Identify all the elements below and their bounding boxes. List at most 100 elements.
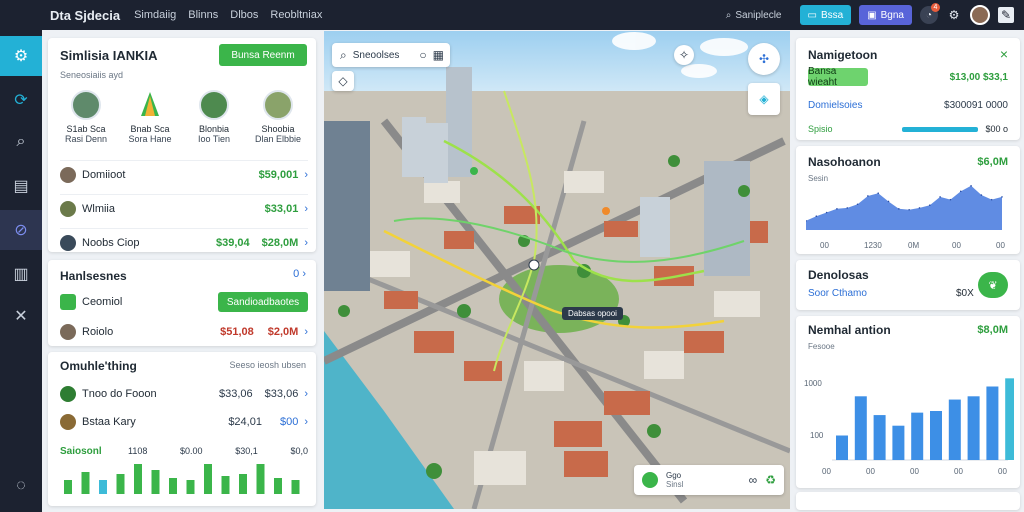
fullscreen-icon[interactable]: ✣ (748, 43, 780, 75)
nav-item-reports[interactable]: Reobltniax (270, 9, 322, 21)
row-value: $24,01 (228, 416, 262, 428)
document-icon: ▤ (13, 178, 29, 195)
avatar (135, 90, 165, 120)
navigation-row-label: Spisio (808, 124, 833, 134)
edit-icon[interactable]: ✎ (998, 7, 1014, 23)
map-search-toolbar[interactable]: ⌕ Sneoolses ○ ▦ (332, 43, 450, 67)
mini-chart-label: Saiosonl (60, 446, 102, 457)
hanks-nav[interactable]: 0 › (293, 268, 306, 280)
hanks-title: Hanlsesnes (60, 269, 127, 283)
map-style-icon[interactable]: ◈ (748, 83, 780, 115)
list-item[interactable]: Ceomiol Sandioadbaotes (60, 292, 308, 312)
top-search[interactable]: ⌕ Saniplecle (726, 10, 782, 21)
top-violet-button[interactable]: ▣ Bgna (859, 5, 912, 25)
mini-stat: $0,0 (290, 446, 308, 456)
list-item[interactable]: Wlmiia $33,01 › (60, 194, 308, 217)
area-point (970, 185, 972, 187)
map-popup[interactable]: Dabsas opooi (562, 307, 623, 320)
bar (986, 386, 999, 460)
bar-chart-card: Nemhal antion $8,0M Fesooe 1000 100 00 00 00… (796, 316, 1020, 488)
top-teal-button[interactable]: ▭ Bssa (799, 5, 852, 25)
city-map-render (324, 31, 790, 509)
avatar (199, 90, 229, 120)
bar (892, 425, 905, 460)
navigation-button[interactable]: Bansa wieaht (808, 66, 868, 88)
refresh-icon: ⟳ (14, 92, 28, 109)
rail-item-tools[interactable]: ✕ (0, 296, 42, 336)
row-label: Roiolo (82, 326, 114, 338)
person-name: Bnab Sca (130, 124, 170, 134)
person-role: Ioo Tien (197, 134, 231, 144)
bar (967, 396, 980, 460)
mini-bar (134, 464, 142, 494)
rail-item-refresh[interactable]: ⟳ (0, 80, 42, 120)
app-title: Dta Sjdecia (50, 7, 121, 23)
mini-stat: $0.00 (180, 446, 203, 456)
search-icon: ⌕ (340, 47, 347, 62)
rail-item-links[interactable]: ⊘ (0, 210, 42, 250)
top-search-text: Saniplecle (735, 9, 782, 21)
mini-stat: 1108 (128, 446, 148, 456)
user-avatar[interactable] (970, 5, 990, 25)
rail-item-settings[interactable]: ⚙ (0, 36, 42, 76)
area-point (980, 194, 983, 196)
leaf-toggle[interactable]: ❦ (978, 272, 1008, 298)
link-icon[interactable]: ∞ (749, 473, 758, 487)
close-icon[interactable]: × (1000, 46, 1008, 62)
nav-item-simulation[interactable]: Simdaiig (134, 9, 176, 21)
rail-item-help[interactable]: ◌ (0, 466, 42, 506)
chevron-right-icon: › (304, 326, 308, 338)
row-label: Domiioot (82, 169, 126, 181)
list-item[interactable]: Bstaa Kary $24,01 $00 › (60, 414, 308, 430)
avatar (60, 167, 76, 183)
simulation-title: Simlisia IANKIA (60, 48, 158, 63)
person-card[interactable]: S1ab Sca Rasi Denn (57, 90, 115, 144)
person-card[interactable]: Shoobia Dlan Elbbie (249, 90, 307, 144)
simulation-run-button[interactable]: Bunsa Reenm (219, 44, 307, 66)
area-chart-card: Nasohoanon $6,0M Sesin 00 1230 0M 00 00 (796, 146, 1020, 254)
mini-bar (186, 480, 195, 494)
person-card[interactable]: Bnab Sca Sora Hane (121, 90, 179, 144)
area-point (815, 215, 818, 217)
circle-icon[interactable]: ○ (419, 48, 426, 62)
row-label: Noobs Ciop (82, 237, 140, 249)
settings-icon[interactable]: ⚙ (946, 7, 962, 23)
row-value: $59,001 (258, 169, 299, 181)
notification-badge: 4 (931, 3, 940, 12)
link-icon: ⊘ (14, 222, 28, 239)
rail-item-library[interactable]: ▥ (0, 254, 42, 294)
area-point (939, 196, 941, 198)
person-card[interactable]: Blonbia Ioo Tien (185, 90, 243, 144)
list-item[interactable]: Tnoo do Fooon $33,06 $33,06 › (60, 386, 308, 402)
compass-icon[interactable]: ✧ (674, 45, 694, 65)
list-item[interactable]: Roiolo $51,08 $2,0M › (60, 324, 308, 340)
mini-bar (81, 472, 90, 494)
hanks-action-button[interactable]: Sandioadbaotes (218, 292, 308, 312)
rail-item-search[interactable]: ⌕ (0, 122, 42, 162)
bar-chart-title: Nemhal antion (808, 323, 891, 337)
mini-bar (64, 480, 72, 494)
mini-bar (116, 474, 125, 494)
nav-item-data[interactable]: Dlbos (230, 9, 258, 21)
chevron-right-icon: › (302, 268, 306, 280)
layers-icon[interactable]: ◇ (332, 71, 354, 91)
chevron-right-icon: › (304, 388, 308, 400)
nav-item-plans[interactable]: Blinns (188, 9, 218, 21)
notification-button[interactable]: ◔ 4 (920, 3, 940, 24)
city-map[interactable]: ⌕ Sneoolses ○ ▦ ◇ ✧ ✣ ◈ Dabsas opooi Ggo… (324, 31, 790, 509)
row-value: $28,0M (261, 237, 299, 249)
list-item[interactable]: Noobs Ciop $39,04 $28,0M › (60, 228, 308, 251)
recycle-icon[interactable]: ♻ (765, 473, 776, 487)
bar-x-tick: 00 (954, 467, 963, 476)
map-bottom-toolbar[interactable]: Ggo Sinsl ∞ ♻ (634, 465, 784, 495)
row-value: $33,01 (264, 203, 299, 215)
grid-icon[interactable]: ▦ (433, 48, 444, 62)
avatar (263, 90, 293, 120)
bar-x-tick: 00 (822, 467, 831, 476)
row-value: $33,06 (264, 388, 299, 400)
rail-item-documents[interactable]: ▤ (0, 166, 42, 206)
mini-bar (99, 480, 107, 494)
simulation-card: Simlisia IANKIA Bunsa Reenm Seneosiaiis … (48, 38, 316, 252)
map-bottom-sub: Sinsl (666, 480, 684, 489)
list-item[interactable]: Domiioot $59,001 › (60, 160, 308, 183)
